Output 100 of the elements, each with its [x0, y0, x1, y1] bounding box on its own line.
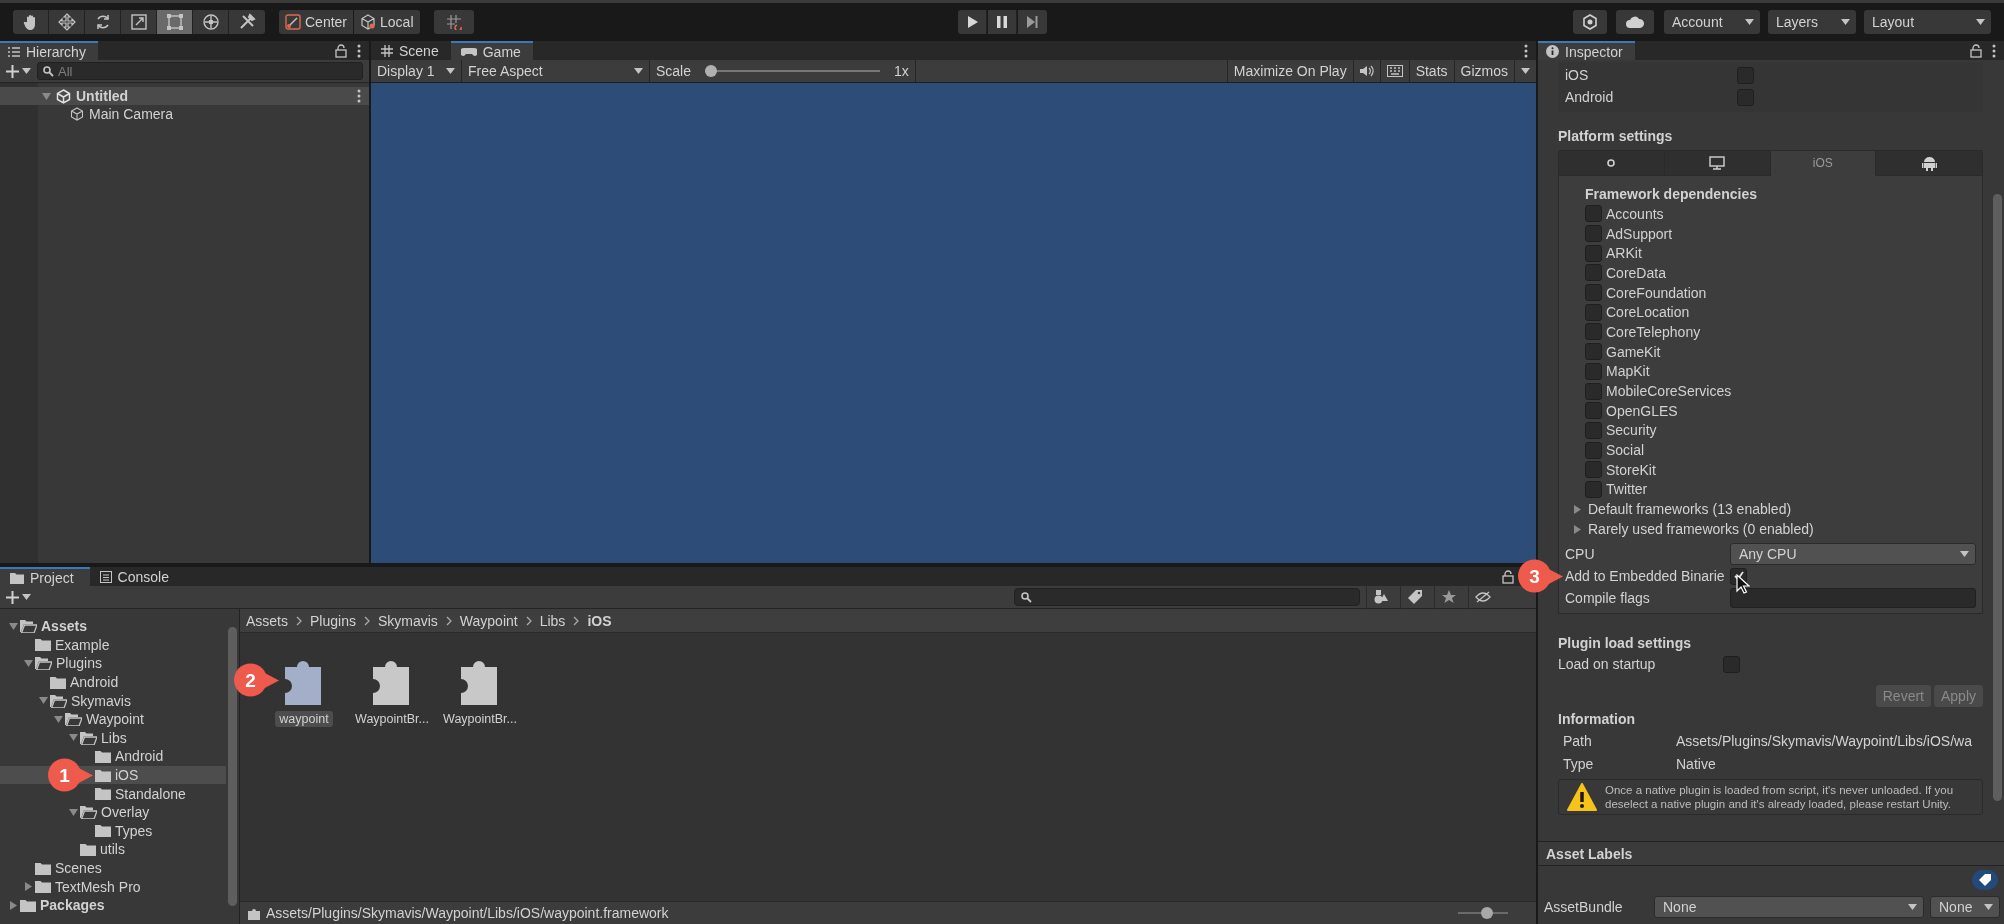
- breadcrumb-item[interactable]: Assets: [246, 612, 288, 629]
- compile-flags-field[interactable]: [1730, 588, 1976, 609]
- account-dropdown[interactable]: Account: [1664, 10, 1760, 34]
- search-field[interactable]: [1014, 588, 1360, 606]
- variant-dropdown[interactable]: None: [1930, 896, 2000, 918]
- rotate-tool-button[interactable]: [85, 10, 121, 34]
- checkbox[interactable]: [1585, 343, 1602, 361]
- folder-item[interactable]: Skymavis: [71, 692, 131, 709]
- cpu-dropdown[interactable]: Any CPU: [1730, 543, 1976, 566]
- label-button[interactable]: [1972, 870, 1998, 890]
- expand-arrow-icon[interactable]: [53, 714, 63, 724]
- breadcrumb-item[interactable]: iOS: [587, 612, 612, 629]
- scale-tool-button[interactable]: [121, 10, 157, 34]
- asset-bundle-dropdown[interactable]: None: [1654, 896, 1924, 918]
- custom-tools-button[interactable]: [229, 10, 265, 34]
- folder-item[interactable]: Scenes: [55, 860, 102, 876]
- maximize-on-play-toggle[interactable]: Maximize On Play: [1226, 60, 1354, 82]
- slider-thumb[interactable]: [705, 65, 718, 77]
- pause-button[interactable]: [987, 10, 1017, 34]
- folder-item[interactable]: Waypoint: [86, 711, 144, 728]
- move-tool-button[interactable]: [49, 10, 85, 34]
- checkbox[interactable]: [1585, 264, 1602, 282]
- asset-item[interactable]: WaypointBr...: [439, 711, 521, 727]
- checkbox[interactable]: [1585, 244, 1602, 262]
- expand-arrow-icon[interactable]: [8, 621, 18, 631]
- checkbox[interactable]: [1585, 480, 1602, 498]
- step-button[interactable]: [1017, 10, 1047, 34]
- panel-tab[interactable]: Project: [0, 567, 90, 586]
- game-object-item[interactable]: Main Camera: [89, 106, 174, 122]
- space-toggle[interactable]: Local: [354, 10, 420, 34]
- checkbox[interactable]: [1585, 284, 1602, 302]
- folder-item[interactable]: Packages: [40, 897, 105, 914]
- expand-arrow-icon[interactable]: [42, 91, 51, 101]
- inspector-tab[interactable]: Inspector: [1538, 41, 1635, 60]
- transform-tool-button[interactable]: [193, 10, 229, 34]
- asset-item[interactable]: waypoint: [275, 711, 333, 727]
- grid-snap-button[interactable]: [433, 10, 474, 34]
- console-icon: [99, 570, 112, 583]
- folder-item[interactable]: Android: [115, 748, 164, 765]
- slider-thumb[interactable]: [1480, 907, 1493, 919]
- expand-arrow-icon[interactable]: [68, 733, 78, 743]
- folder-item[interactable]: utils: [100, 841, 125, 858]
- play-button[interactable]: [957, 10, 987, 34]
- stats-button[interactable]: Stats: [1409, 60, 1455, 82]
- folder-item[interactable]: Overlay: [101, 804, 150, 821]
- services-button[interactable]: [1573, 10, 1607, 34]
- folder-icon: [80, 842, 96, 856]
- breadcrumb-item[interactable]: Waypoint: [459, 612, 518, 629]
- folder-icon: [95, 768, 111, 782]
- create-button[interactable]: [6, 590, 31, 604]
- checkbox[interactable]: [1585, 421, 1602, 439]
- foldout[interactable]: Default frameworks (13 enabled): [1565, 499, 1976, 520]
- gizmos-button[interactable]: Gizmos: [1454, 60, 1515, 82]
- display-dropdown[interactable]: Display 1: [371, 60, 462, 82]
- foldout[interactable]: Rarely used frameworks (0 enabled): [1565, 519, 1976, 540]
- layout-dropdown[interactable]: Layout: [1864, 10, 1991, 34]
- folder-item[interactable]: Assets: [41, 618, 87, 635]
- breadcrumb-item[interactable]: Libs: [539, 612, 566, 629]
- expand-arrow-icon[interactable]: [8, 900, 18, 910]
- pivot-toggle[interactable]: Center: [279, 10, 354, 34]
- scene-name[interactable]: Untitled: [76, 88, 129, 104]
- hand-tool-button[interactable]: [13, 10, 49, 34]
- expand-arrow-icon[interactable]: [23, 882, 33, 892]
- checkbox[interactable]: [1723, 655, 1740, 673]
- folder-item[interactable]: Android: [70, 674, 119, 691]
- hierarchy-tab[interactable]: Hierarchy: [0, 41, 98, 60]
- open-folder-icon: [20, 619, 37, 634]
- rect-tool-button[interactable]: [157, 10, 193, 34]
- folder-item[interactable]: Plugins: [56, 655, 102, 672]
- platform-tab[interactable]: [1664, 151, 1771, 176]
- folder-item[interactable]: iOS: [115, 767, 139, 784]
- checkbox[interactable]: [1585, 362, 1602, 380]
- cloud-button[interactable]: [1616, 10, 1654, 34]
- layers-dropdown[interactable]: Layers: [1768, 10, 1856, 34]
- folder-item[interactable]: Example: [55, 636, 110, 653]
- checkbox[interactable]: [1585, 461, 1602, 479]
- expand-arrow-icon[interactable]: [23, 659, 33, 668]
- asset-item[interactable]: WaypointBr...: [351, 711, 433, 727]
- platform-tab[interactable]: iOS: [1770, 151, 1877, 176]
- breadcrumb-item[interactable]: Plugins: [310, 612, 356, 629]
- checkbox[interactable]: [1585, 205, 1602, 223]
- checkbox[interactable]: [1585, 323, 1602, 341]
- folder-item[interactable]: Standalone: [115, 785, 186, 802]
- search-field[interactable]: All: [37, 62, 363, 80]
- expand-arrow-icon[interactable]: [38, 696, 48, 706]
- framework-label: Security: [1606, 422, 1657, 439]
- folder-item[interactable]: TextMesh Pro: [55, 878, 141, 895]
- breadcrumb-item[interactable]: Skymavis: [377, 612, 438, 629]
- folder-item[interactable]: Types: [115, 822, 153, 839]
- folder-item[interactable]: Libs: [101, 729, 127, 746]
- checkbox[interactable]: [1585, 382, 1602, 400]
- expand-arrow-icon[interactable]: [68, 807, 78, 817]
- view-tab[interactable]: Game: [450, 41, 533, 60]
- checkbox[interactable]: [1585, 441, 1602, 459]
- create-button[interactable]: [6, 64, 31, 78]
- checkbox[interactable]: [1585, 225, 1602, 243]
- checkbox[interactable]: [1585, 303, 1602, 321]
- aspect-dropdown[interactable]: Free Aspect: [462, 60, 650, 82]
- platform-tab[interactable]: [1876, 151, 1982, 176]
- checkbox[interactable]: [1585, 402, 1602, 420]
